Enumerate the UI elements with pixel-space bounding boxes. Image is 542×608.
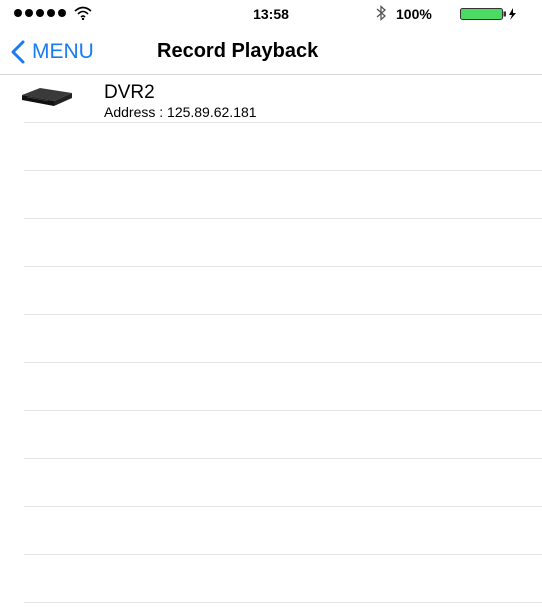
list-item-device[interactable]: DVR2 Address : 125.89.62.181 [22, 75, 542, 123]
empty-list-row [24, 459, 542, 507]
page-title: Record Playback [157, 40, 319, 62]
device-address: Address : 125.89.62.181 [104, 104, 257, 120]
empty-list-row [24, 363, 542, 411]
status-bar: 13:58 100% [0, 0, 542, 30]
screen: 13:58 100% MENU Record Playback DVR2 Add… [0, 0, 542, 608]
navigation-bar: MENU Record Playback [0, 30, 542, 75]
empty-list-row [24, 171, 542, 219]
empty-list-row [24, 315, 542, 363]
chevron-left-icon [11, 40, 25, 64]
battery-percent: 100% [396, 6, 432, 22]
battery-charging-icon [460, 8, 516, 20]
empty-list-row [24, 507, 542, 555]
device-list: DVR2 Address : 125.89.62.181 [0, 75, 542, 603]
device-name: DVR2 [104, 82, 155, 103]
back-button-label: MENU [32, 40, 94, 63]
empty-list-row [24, 267, 542, 315]
empty-list-row [24, 555, 542, 603]
dvr-box-icon [22, 88, 72, 106]
empty-list-row [24, 219, 542, 267]
back-menu-button[interactable]: MENU [10, 38, 94, 66]
bluetooth-icon [376, 5, 386, 21]
empty-list-row [24, 123, 542, 171]
empty-list-row [24, 411, 542, 459]
